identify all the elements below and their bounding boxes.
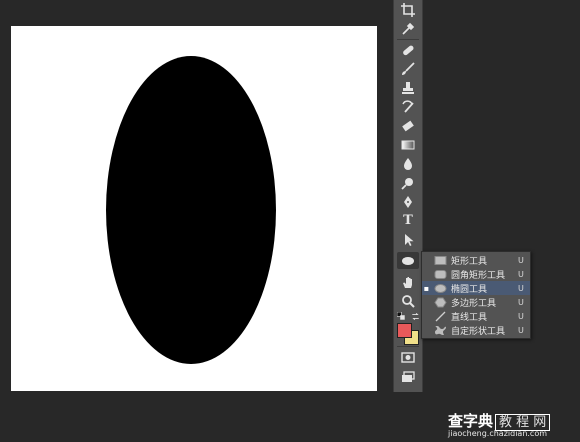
site-watermark: 查字典教 程 网 jiaocheng.chazidian.com bbox=[448, 410, 578, 440]
watermark-brand: 查字典 bbox=[448, 412, 494, 430]
dodge-icon bbox=[401, 177, 413, 190]
shortcut-key: U bbox=[518, 269, 524, 279]
gradient-tool-button[interactable] bbox=[397, 136, 419, 153]
type-tool-button[interactable]: T bbox=[397, 212, 419, 229]
eraser-tool-button[interactable] bbox=[397, 117, 419, 134]
shortcut-key: U bbox=[518, 311, 524, 321]
history-brush-icon bbox=[402, 99, 414, 113]
pen-icon bbox=[404, 195, 412, 208]
rounded-rectangle-icon bbox=[434, 269, 447, 280]
dodge-tool-button[interactable] bbox=[397, 174, 419, 191]
clone-stamp-tool-button[interactable] bbox=[397, 79, 419, 96]
ellipse-icon bbox=[434, 283, 447, 294]
ellipse-shape[interactable] bbox=[106, 56, 276, 364]
brush-icon bbox=[402, 61, 415, 75]
flyout-item-label: 多边形工具 bbox=[451, 298, 497, 309]
stamp-icon bbox=[402, 81, 414, 94]
shortcut-key: U bbox=[518, 283, 524, 293]
polygon-icon bbox=[434, 297, 447, 308]
foreground-color-swatch[interactable] bbox=[397, 323, 412, 338]
history-brush-tool-button[interactable] bbox=[397, 98, 419, 115]
hand-icon bbox=[403, 276, 412, 288]
selection-marker: ▪ bbox=[423, 283, 430, 293]
flyout-item-rounded-rectangle[interactable]: 圆角矩形工具 U bbox=[422, 267, 530, 281]
zoom-tool-button[interactable] bbox=[397, 292, 419, 309]
watermark-title: 查字典教 程 网 bbox=[448, 410, 551, 431]
flyout-item-rectangle[interactable]: 矩形工具 U bbox=[422, 253, 530, 267]
screen-mode-button[interactable] bbox=[397, 368, 419, 385]
brush-tool-button[interactable] bbox=[397, 60, 419, 77]
quick-mask-button[interactable] bbox=[397, 348, 419, 365]
crop-tool-button[interactable] bbox=[397, 1, 419, 18]
quick-mask-icon bbox=[401, 351, 415, 363]
watermark-url: jiaocheng.chazidian.com bbox=[448, 429, 548, 438]
arrow-icon bbox=[405, 233, 414, 246]
blur-icon bbox=[404, 157, 412, 170]
type-icon: T bbox=[403, 213, 413, 228]
flyout-item-line[interactable]: 直线工具 U bbox=[422, 309, 530, 323]
eyedropper-icon bbox=[402, 22, 415, 35]
document-canvas[interactable] bbox=[11, 26, 377, 391]
path-selection-tool-button[interactable] bbox=[397, 231, 419, 248]
swap-colors-icon[interactable] bbox=[411, 312, 420, 321]
shortcut-key: U bbox=[518, 255, 524, 265]
flyout-item-polygon[interactable]: 多边形工具 U bbox=[422, 295, 530, 309]
toolbar-separator bbox=[397, 346, 419, 347]
shortcut-key: U bbox=[518, 297, 524, 307]
hand-tool-button[interactable] bbox=[397, 273, 419, 290]
flyout-item-ellipse[interactable]: ▪ 椭圆工具 U bbox=[422, 281, 530, 295]
zoom-icon bbox=[402, 294, 415, 308]
default-colors-icon[interactable] bbox=[396, 311, 406, 321]
eraser-icon bbox=[402, 120, 414, 131]
screen-mode-icon bbox=[402, 370, 415, 382]
flyout-item-label: 直线工具 bbox=[451, 312, 488, 323]
crop-icon bbox=[401, 2, 415, 17]
tools-panel: T bbox=[393, 0, 423, 392]
gradient-icon bbox=[401, 140, 415, 149]
line-icon bbox=[434, 311, 447, 322]
flyout-item-label: 矩形工具 bbox=[451, 256, 488, 267]
color-controls bbox=[395, 310, 421, 322]
spot-healing-tool-button[interactable] bbox=[397, 41, 419, 58]
custom-shape-icon bbox=[434, 325, 447, 336]
rectangle-icon bbox=[434, 255, 447, 266]
shape-tools-flyout: 矩形工具 U 圆角矩形工具 U ▪ 椭圆工具 U 多边形工具 U 直线工具 U … bbox=[421, 251, 531, 339]
flyout-item-label: 椭圆工具 bbox=[451, 284, 488, 295]
toolbar-separator bbox=[397, 39, 419, 40]
flyout-item-custom-shape[interactable]: 自定形状工具 U bbox=[422, 323, 530, 337]
workspace bbox=[0, 0, 392, 442]
flyout-item-label: 自定形状工具 bbox=[451, 326, 506, 337]
ellipse-icon bbox=[402, 256, 414, 265]
bandage-icon bbox=[403, 45, 414, 55]
eyedropper-tool-button[interactable] bbox=[397, 20, 419, 37]
blur-tool-button[interactable] bbox=[397, 155, 419, 172]
shortcut-key: U bbox=[518, 325, 524, 335]
pen-tool-button[interactable] bbox=[397, 193, 419, 210]
ellipse-tool-button[interactable] bbox=[397, 252, 419, 269]
flyout-item-label: 圆角矩形工具 bbox=[451, 270, 506, 281]
